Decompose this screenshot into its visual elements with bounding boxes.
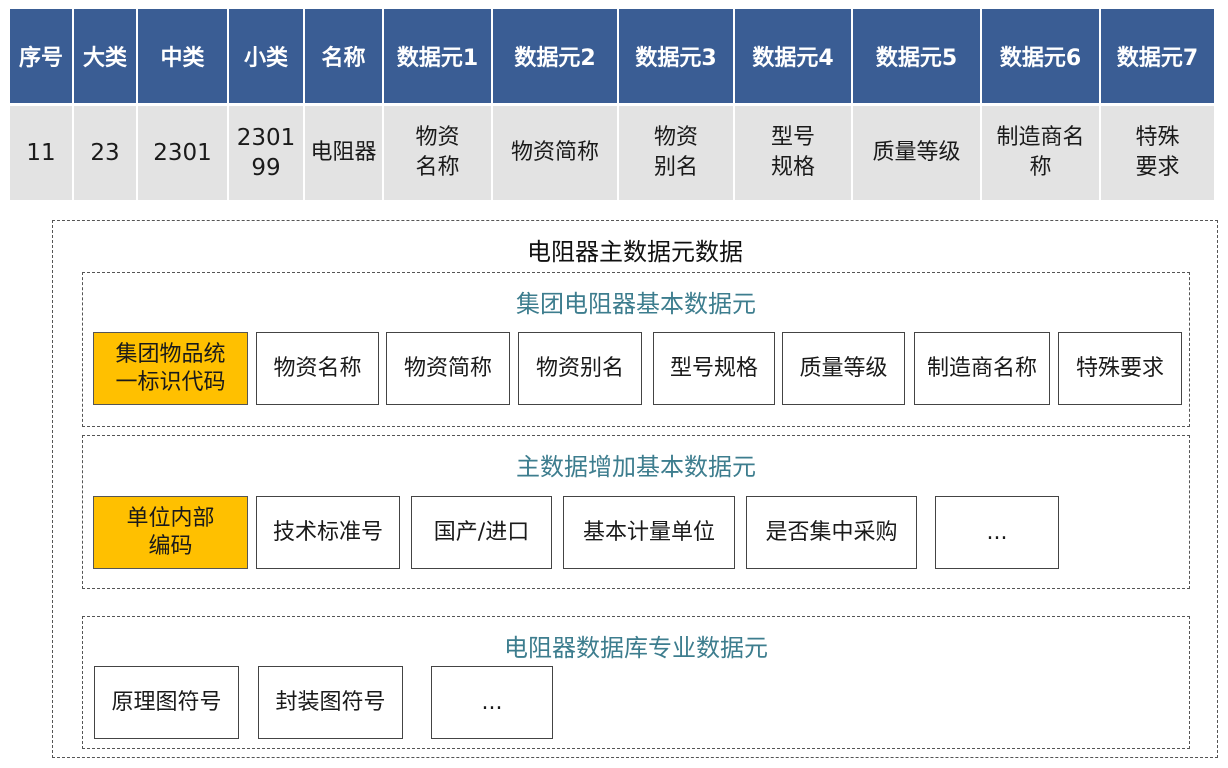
header-element-5: 数据元5 bbox=[853, 9, 980, 106]
group-title: 电阻器数据库专业数据元 bbox=[504, 634, 768, 662]
header-element-2: 数据元2 bbox=[493, 9, 617, 106]
header-minor-class: 小类 bbox=[229, 9, 303, 106]
cell-element-1: 物资 名称 bbox=[384, 106, 491, 200]
group-title: 集团电阻器基本数据元 bbox=[516, 290, 756, 318]
header-major-class: 大类 bbox=[74, 9, 136, 106]
element-box: 型号规格 bbox=[653, 332, 775, 405]
internal-code-box: 单位内部 编码 bbox=[93, 496, 248, 569]
master-data-element-diagram: 电阻器主数据元数据 集团电阻器基本数据元 集团物品统 一标识代码 物资名称 物资… bbox=[52, 220, 1218, 758]
group-professional-elements: 电阻器数据库专业数据元 原理图符号 封装图符号 ... bbox=[82, 616, 1190, 749]
cell-name: 电阻器 bbox=[305, 106, 382, 200]
header-middle-class: 中类 bbox=[138, 9, 227, 106]
element-box: 物资别名 bbox=[518, 332, 642, 405]
table-header-row: 序号 大类 中类 小类 名称 数据元1 数据元2 数据元3 数据元4 数据元5 … bbox=[10, 9, 1214, 106]
element-box: 原理图符号 bbox=[94, 666, 239, 739]
header-element-3: 数据元3 bbox=[619, 9, 733, 106]
group-added-elements: 主数据增加基本数据元 单位内部 编码 技术标准号 国产/进口 基本计量单位 是否… bbox=[82, 435, 1190, 589]
header-element-6: 数据元6 bbox=[982, 9, 1099, 106]
element-box: 技术标准号 bbox=[256, 496, 400, 569]
header-element-4: 数据元4 bbox=[735, 9, 851, 106]
element-box: 物资简称 bbox=[386, 332, 510, 405]
diagram-title: 电阻器主数据元数据 bbox=[527, 238, 743, 266]
ellipsis-box: ... bbox=[935, 496, 1059, 569]
group-identifier-box: 集团物品统 一标识代码 bbox=[93, 332, 248, 405]
cell-element-2: 物资简称 bbox=[493, 106, 617, 200]
cell-seq: 11 bbox=[10, 106, 72, 200]
cell-element-6: 制造商名 称 bbox=[982, 106, 1099, 200]
cell-element-4: 型号 规格 bbox=[735, 106, 851, 200]
element-box: 封装图符号 bbox=[258, 666, 403, 739]
element-box: 是否集中采购 bbox=[746, 496, 917, 569]
element-box: 国产/进口 bbox=[411, 496, 552, 569]
cell-middle-class: 2301 bbox=[138, 106, 227, 200]
ellipsis-box: ... bbox=[431, 666, 553, 739]
element-box: 物资名称 bbox=[256, 332, 379, 405]
cell-element-7: 特殊 要求 bbox=[1101, 106, 1214, 200]
group-title: 主数据增加基本数据元 bbox=[516, 453, 756, 481]
header-element-7: 数据元7 bbox=[1101, 9, 1214, 106]
element-box: 制造商名称 bbox=[914, 332, 1050, 405]
cell-element-5: 质量等级 bbox=[853, 106, 980, 200]
classification-table: 序号 大类 中类 小类 名称 数据元1 数据元2 数据元3 数据元4 数据元5 … bbox=[8, 9, 1216, 200]
group-basic-elements: 集团电阻器基本数据元 集团物品统 一标识代码 物资名称 物资简称 物资别名 型号… bbox=[82, 272, 1190, 427]
cell-element-3: 物资 别名 bbox=[619, 106, 733, 200]
element-box: 质量等级 bbox=[782, 332, 905, 405]
cell-minor-class: 2301 99 bbox=[229, 106, 303, 200]
header-name: 名称 bbox=[305, 9, 382, 106]
element-box: 基本计量单位 bbox=[563, 496, 735, 569]
element-box: 特殊要求 bbox=[1058, 332, 1182, 405]
header-element-1: 数据元1 bbox=[384, 9, 491, 106]
cell-major-class: 23 bbox=[74, 106, 136, 200]
header-seq: 序号 bbox=[10, 9, 72, 106]
table-row: 11 23 2301 2301 99 电阻器 物资 名称 物资简称 物资 别名 … bbox=[10, 106, 1214, 200]
